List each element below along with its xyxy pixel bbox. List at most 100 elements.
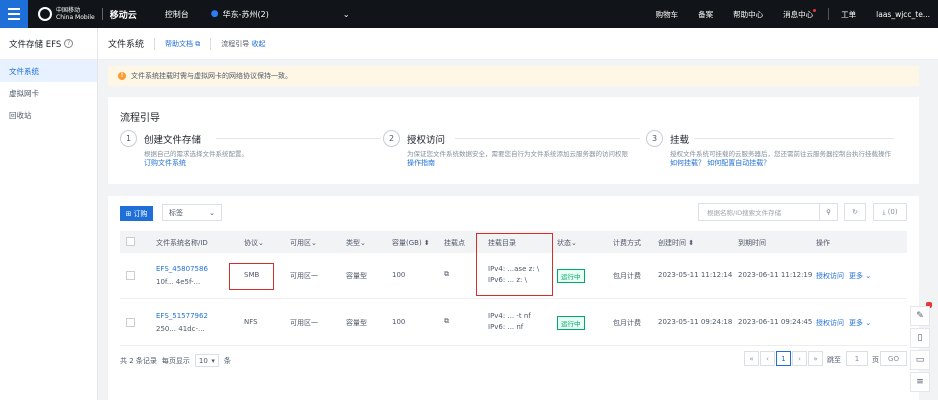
file-system-name-link[interactable]: EFS_51577962 (156, 312, 208, 320)
per-page-label: 每页显示 (161, 356, 190, 365)
more-dropdown[interactable]: 更多 ⌄ (849, 318, 871, 328)
sidebar-item-file-system[interactable]: 文件系统 (0, 60, 97, 82)
step-number: 3 (646, 130, 663, 147)
collapse-link[interactable]: 收起 (251, 40, 265, 48)
mount-point-icon[interactable]: ⧉ (444, 270, 449, 279)
zone-value: 可用区一 (290, 272, 318, 280)
download-button[interactable]: ⤓ (0) (873, 203, 907, 221)
col-actions: 操作 (816, 239, 830, 247)
sidebar: 文件存储 EFS ? 文件系统 虚拟网卡 回收站 (0, 28, 98, 400)
col-expires: 到期时间 (738, 239, 766, 247)
download-count: (0) (887, 208, 898, 216)
jump-page-input[interactable]: 1 (846, 351, 868, 366)
billing-value: 包月计费 (613, 319, 641, 327)
chevron-down-icon: ⌄ (342, 9, 350, 19)
col-type-label: 类型 (346, 239, 360, 247)
search-icon[interactable]: ⚲ (819, 204, 837, 220)
how-to-mount-link[interactable]: 如何挂载？ 如何配置自动挂载？ (670, 158, 770, 168)
user-account[interactable]: laas_wjcc_te... (876, 10, 930, 19)
cart-link[interactable]: 购物车 (656, 9, 679, 20)
message-center-label: 消息中心 (783, 9, 814, 19)
chevron-down-icon: ⌄ (209, 208, 215, 217)
col-billing: 计费方式 (613, 239, 641, 247)
type-value: 容量型 (346, 319, 367, 327)
col-protocol[interactable]: 协议⌄ (244, 238, 264, 248)
logo-ecloud-text: 移动云 (109, 10, 137, 21)
select-all-checkbox[interactable] (126, 237, 135, 246)
status-badge: 运行中 (557, 316, 585, 330)
more-label: 更多 (849, 272, 863, 280)
col-type[interactable]: 类型⌄ (346, 238, 366, 248)
step-number: 1 (120, 130, 137, 147)
list-icon[interactable]: ≡ (910, 372, 930, 392)
row-checkbox[interactable] (126, 318, 135, 327)
subscribe-label: 订购 (133, 209, 148, 218)
china-mobile-logo-icon (38, 7, 52, 21)
notice-text: 文件系统挂载时需与虚拟网卡的网络协议保持一致。 (131, 72, 292, 80)
more-dropdown[interactable]: 更多 ⌄ (849, 271, 871, 281)
menu-icon[interactable] (0, 0, 28, 28)
expire-time: 2023-06-11 11:12:19 (738, 271, 813, 279)
logo[interactable]: 中国移动 China Mobile 移动云 (38, 7, 137, 21)
col-capacity[interactable]: 容量(GB) ⬍ (392, 238, 430, 248)
subscribe-button[interactable]: ⊞ 订购 (120, 206, 153, 221)
zone-value: 可用区一 (290, 319, 318, 327)
step-title: 创建文件存储 (144, 135, 202, 146)
highlight-protocol (229, 263, 274, 290)
step-connector (216, 138, 381, 139)
chat-icon[interactable]: ▭ (910, 350, 930, 370)
tag-select[interactable]: 标签 ⌄ (162, 204, 222, 221)
col-status[interactable]: 状态⌄ (557, 238, 577, 248)
prev-page-button[interactable]: ‹ (760, 351, 775, 366)
file-system-name-link[interactable]: EFS_45807586 (156, 265, 208, 273)
total-records: 共 2 条记录 (120, 356, 157, 365)
operation-guide-link[interactable]: 操作指南 (407, 158, 435, 168)
sidebar-item-recycle-bin[interactable]: 回收站 (0, 104, 97, 126)
console-link[interactable]: 控制台 (165, 9, 189, 20)
per-page-unit: 条 (223, 356, 231, 365)
book-icon[interactable]: ▯ (910, 328, 930, 348)
search-input[interactable]: 根据名称/ID搜索文件存储 ⚲ (698, 203, 838, 221)
created-time: 2023-05-11 09:24:18 (658, 318, 733, 326)
next-page-button[interactable]: › (792, 351, 807, 366)
created-time: 2023-05-11 11:12:14 (658, 271, 733, 279)
col-zone[interactable]: 可用区⌄ (290, 238, 317, 248)
step-description: 授权文件系统可挂载的云服务器后，您还需前往云服务器控制台执行挂载操作 (670, 150, 891, 158)
unread-dot (813, 8, 817, 12)
col-capacity-label: 容量(GB) (392, 239, 422, 247)
col-name: 文件系统名称/ID (156, 239, 208, 247)
record-link[interactable]: 备案 (698, 9, 713, 20)
page-number-current[interactable]: 1 (776, 351, 791, 366)
row-checkbox[interactable] (126, 271, 135, 280)
col-created[interactable]: 创建时间 ⬍ (658, 238, 694, 248)
help-doc-link[interactable]: 帮助文档 ⧉ (165, 39, 200, 49)
sidebar-item-virtual-nic[interactable]: 虚拟网卡 (0, 82, 97, 104)
authorize-access-link[interactable]: 授权访问 (816, 271, 844, 281)
region-selector[interactable]: ● 华东-苏州(2) ⌄ (211, 9, 350, 20)
message-center-link[interactable]: 消息中心 (783, 8, 817, 20)
type-value: 容量型 (346, 272, 367, 280)
col-mount-point: 挂载点 (444, 239, 465, 247)
question-icon[interactable]: ? (64, 39, 74, 48)
authorize-access-link[interactable]: 授权访问 (816, 318, 844, 328)
help-center-link[interactable]: 帮助中心 (733, 9, 763, 20)
tag-select-value: 标签 (169, 208, 183, 217)
capacity-value: 100 (392, 318, 406, 326)
go-button[interactable]: GO (880, 351, 907, 366)
sidebar-title-text: 文件存储 EFS (9, 39, 62, 50)
flow-guide-label: 流程引导 收起 (221, 39, 265, 49)
ticket-link[interactable]: 工单 (841, 9, 856, 20)
billing-value: 包月计费 (613, 272, 641, 280)
page-size-value: 10 (198, 356, 208, 365)
page-size-select[interactable]: 10 ▾ (194, 354, 219, 367)
warning-icon: ! (118, 72, 126, 80)
refresh-icon[interactable]: ↻ (844, 203, 866, 221)
last-page-button[interactable]: » (808, 351, 823, 366)
edit-icon[interactable]: ✎ (910, 306, 930, 326)
search-placeholder: 根据名称/ID搜索文件存储 (707, 209, 782, 217)
pager-summary: 共 2 条记录 每页显示 10 ▾ 条 (120, 354, 231, 367)
mount-point-icon[interactable]: ⧉ (444, 317, 449, 326)
first-page-button[interactable]: « (744, 351, 759, 366)
status-badge: 运行中 (557, 269, 585, 283)
order-file-system-link[interactable]: 订购文件系统 (144, 158, 186, 168)
